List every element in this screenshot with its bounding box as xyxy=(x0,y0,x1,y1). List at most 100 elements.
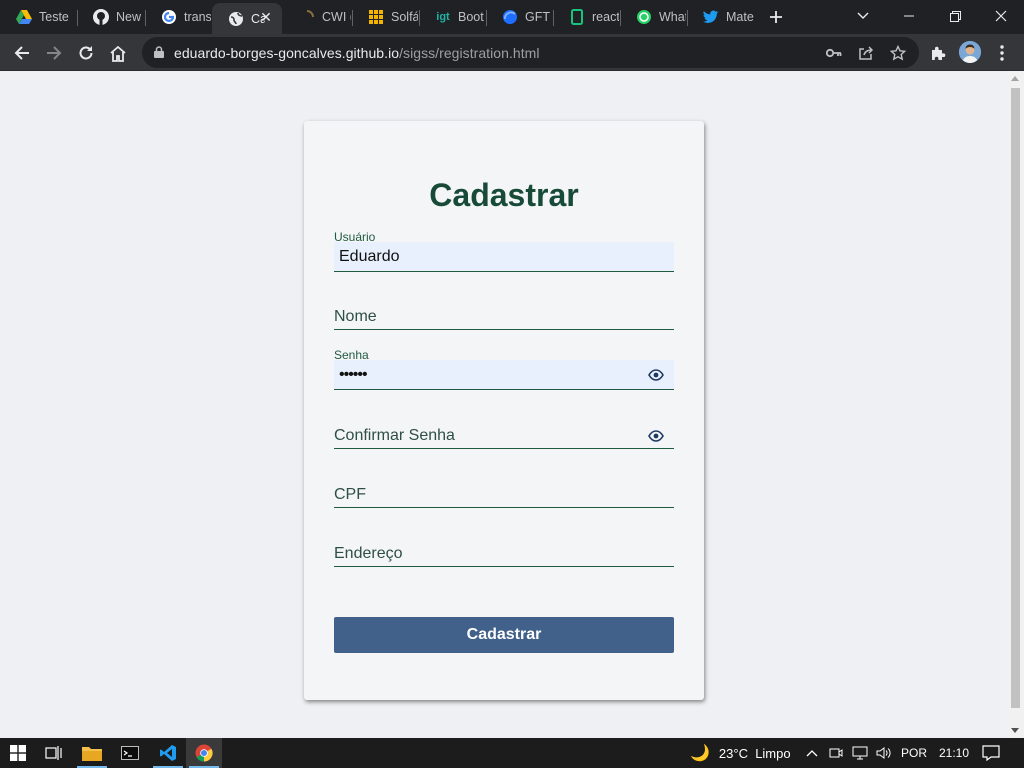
home-icon xyxy=(110,45,126,62)
star-icon xyxy=(890,45,906,61)
puzzle-icon xyxy=(932,46,946,60)
endereco-field[interactable]: Endereço xyxy=(334,537,674,567)
show-hidden-icons[interactable] xyxy=(806,738,818,768)
windows-taskbar: 🌙 23°C Limpo POR 21:10 xyxy=(0,738,1024,768)
vscode-icon xyxy=(160,745,176,761)
address-bar[interactable]: eduardo-borges-goncalves.github.io/sigss… xyxy=(142,37,919,68)
restore-button[interactable] xyxy=(932,0,978,32)
extensions-button[interactable] xyxy=(924,39,952,67)
endereco-placeholder: Endereço xyxy=(334,545,403,562)
home-button[interactable] xyxy=(104,39,132,67)
forward-button[interactable] xyxy=(40,39,68,67)
arrow-right-icon xyxy=(47,46,62,60)
page-title: Cadastrar xyxy=(429,177,579,213)
reload-icon xyxy=(79,46,93,60)
tab-new[interactable]: New xyxy=(77,4,144,30)
browser-toolbar: eduardo-borges-goncalves.github.io/sigss… xyxy=(0,34,1024,71)
tab-title: What xyxy=(659,10,686,24)
share-icon xyxy=(859,46,874,60)
tab-title: CWI ( xyxy=(322,10,351,24)
scroll-down-arrow[interactable] xyxy=(1011,728,1019,733)
password-key-button[interactable] xyxy=(825,44,843,62)
tab-trans[interactable]: trans xyxy=(145,4,211,30)
nome-placeholder: Nome xyxy=(334,308,377,325)
folder-icon xyxy=(82,747,102,761)
taskbar-terminal[interactable] xyxy=(112,738,148,768)
chevron-up-icon xyxy=(806,750,818,757)
minimize-button[interactable] xyxy=(886,0,932,32)
tab-react[interactable]: react xyxy=(553,4,619,30)
close-window-button[interactable] xyxy=(978,0,1024,32)
cpf-field[interactable]: CPF xyxy=(334,478,674,508)
reload-button[interactable] xyxy=(72,39,100,67)
taskbar-chrome[interactable] xyxy=(186,738,222,768)
restore-icon xyxy=(949,10,961,22)
page-scrollbar[interactable] xyxy=(1007,71,1024,738)
chrome-icon xyxy=(195,744,213,762)
tab-boot[interactable]: igt Boot xyxy=(419,4,485,30)
show-password-icon[interactable] xyxy=(648,368,664,382)
google-icon xyxy=(161,9,177,25)
tab-title: trans xyxy=(184,10,211,24)
profile-avatar[interactable] xyxy=(959,41,981,63)
nome-field[interactable]: Nome xyxy=(334,300,674,330)
start-button[interactable] xyxy=(0,738,36,768)
url-path: /sigss/registration.html xyxy=(399,45,540,61)
tab-twitter[interactable]: Mate xyxy=(687,4,754,30)
moon-icon: 🌙 xyxy=(690,745,710,762)
close-tab-icon[interactable]: ✕ xyxy=(258,9,274,25)
bookmark-button[interactable] xyxy=(889,44,907,62)
share-button[interactable] xyxy=(857,44,875,62)
windows-logo-icon xyxy=(10,745,26,761)
meet-now-icon[interactable] xyxy=(829,738,843,768)
tab-strip: Teste New trans Ca ✕ CWI ( Solfá igt Boo… xyxy=(0,0,1024,34)
whatsapp-icon xyxy=(636,9,652,25)
cpf-placeholder: CPF xyxy=(334,486,366,503)
phone-frame-icon xyxy=(569,9,585,25)
cadastrar-button[interactable]: Cadastrar xyxy=(334,617,674,653)
plus-icon xyxy=(770,11,782,23)
registration-card: Cadastrar Usuário Eduardo Nome Senha •••… xyxy=(304,121,704,700)
usuario-value: Eduardo xyxy=(339,248,400,265)
language-indicator[interactable]: POR xyxy=(901,738,927,768)
google-drive-icon xyxy=(16,9,32,25)
task-view-icon xyxy=(45,746,62,760)
scroll-up-arrow[interactable] xyxy=(1011,76,1019,81)
network-icon[interactable] xyxy=(852,738,868,768)
tab-cadastrar[interactable]: Ca ✕ xyxy=(212,3,282,34)
clock[interactable]: 21:10 xyxy=(939,738,969,768)
senha-value: •••••• xyxy=(339,366,368,383)
tab-search-button[interactable] xyxy=(840,0,886,32)
scrollbar-thumb[interactable] xyxy=(1011,88,1020,708)
tab-title: GFT S xyxy=(525,10,552,24)
chrome-menu-button[interactable] xyxy=(988,39,1016,67)
tab-whatsapp[interactable]: What xyxy=(620,4,686,30)
tab-title: Solfá xyxy=(391,10,418,24)
weather-text: 23°C Limpo xyxy=(718,745,791,761)
tab-title: react xyxy=(592,10,619,24)
show-password-icon[interactable] xyxy=(648,429,664,443)
senha-field[interactable]: •••••• xyxy=(334,360,674,390)
volume-icon[interactable] xyxy=(876,738,892,768)
key-icon xyxy=(826,48,842,58)
taskbar-file-explorer[interactable] xyxy=(74,738,110,768)
more-vertical-icon xyxy=(1000,45,1004,61)
tab-title: Mate xyxy=(726,10,754,24)
back-button[interactable] xyxy=(8,39,36,67)
url-host: eduardo-borges-goncalves.github.io xyxy=(174,45,400,61)
tab-solfa[interactable]: Solfá xyxy=(352,4,418,30)
user-avatar-icon xyxy=(959,41,981,63)
tab-cwi[interactable]: CWI ( xyxy=(283,4,351,30)
usuario-field[interactable]: Eduardo xyxy=(334,242,674,272)
arrow-left-icon xyxy=(14,46,29,60)
confirmar-senha-field[interactable]: Confirmar Senha xyxy=(334,419,674,449)
notifications-button[interactable] xyxy=(982,738,1000,768)
confirmar-senha-placeholder: Confirmar Senha xyxy=(334,427,455,444)
url-text[interactable]: eduardo-borges-goncalves.github.io/sigss… xyxy=(174,45,540,61)
weather-widget[interactable]: 🌙 23°C Limpo xyxy=(690,738,791,768)
taskbar-vscode[interactable] xyxy=(150,738,186,768)
tab-gft[interactable]: GFT S xyxy=(486,4,552,30)
new-tab-button[interactable] xyxy=(762,4,790,30)
task-view-button[interactable] xyxy=(36,738,72,768)
tab-teste[interactable]: Teste xyxy=(0,4,76,30)
